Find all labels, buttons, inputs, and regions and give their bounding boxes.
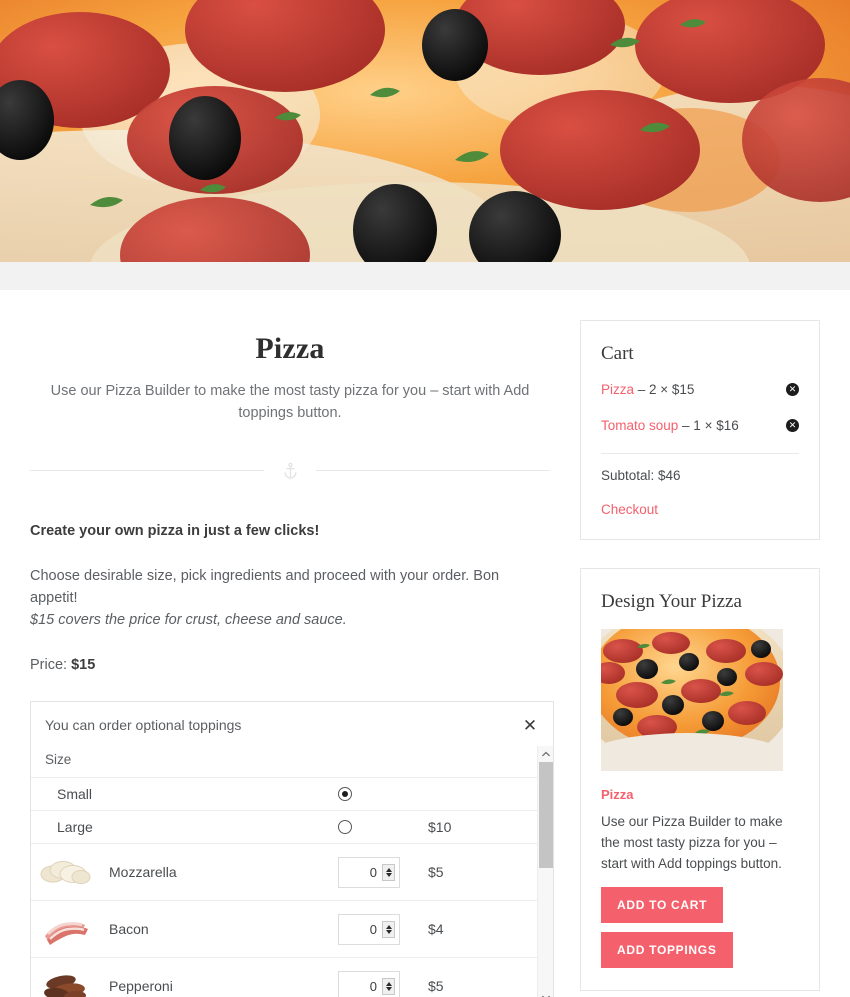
body-paragraph-line1: Choose desirable size, pick ingredients …	[30, 568, 500, 606]
toppings-panel: You can order optional toppings ✕ Size S…	[30, 701, 554, 997]
page-subtitle: Use our Pizza Builder to make the most t…	[50, 383, 530, 421]
stepper-arrows-icon[interactable]	[382, 863, 395, 881]
chevron-up-icon[interactable]	[538, 746, 554, 762]
size-label: Small	[57, 786, 93, 802]
topping-price: $5	[428, 978, 444, 994]
widget-buttons: ADD TO CART ADD TOPPINGS	[601, 887, 799, 968]
cart-item-detail: – 2 × $15	[634, 382, 695, 397]
pizza-thumbnail[interactable]	[601, 629, 783, 771]
cart-title: Cart	[601, 343, 634, 364]
topping-qty-control[interactable]: 0	[338, 913, 428, 945]
design-widget-title: Design Your Pizza	[601, 591, 742, 612]
toppings-scroll-area: Size Small Large $10 Mozzarella 0 $5 Bac…	[31, 746, 553, 997]
price-line: Price: $15	[30, 657, 550, 673]
hero-bottom-strip	[0, 262, 850, 290]
page-content: Pizza Use our Pizza Builder to make the …	[0, 290, 850, 997]
body-paragraph-italic: $15 covers the price for crust, cheese a…	[30, 612, 347, 628]
price-label: Price:	[30, 657, 68, 673]
scrollbar-track[interactable]	[538, 762, 554, 990]
size-radio-control[interactable]	[338, 820, 428, 834]
stepper-arrows-icon[interactable]	[382, 920, 395, 938]
cart-item-product-link[interactable]: Pizza	[601, 382, 634, 397]
topping-qty-control[interactable]: 0	[338, 970, 428, 997]
quantity-value: 0	[369, 864, 377, 880]
page-title: Pizza	[255, 332, 325, 365]
mozzarella-icon	[31, 844, 99, 900]
hero-image	[0, 0, 850, 262]
quantity-value: 0	[369, 978, 377, 994]
toppings-scrollbar[interactable]	[537, 746, 553, 997]
topping-row: Mozzarella 0 $5	[31, 843, 538, 900]
size-row-large[interactable]: Large $10	[31, 810, 538, 843]
quantity-stepper[interactable]: 0	[338, 856, 400, 888]
remove-icon[interactable]: ✕	[786, 419, 799, 432]
toppings-list: Size Small Large $10 Mozzarella 0 $5 Bac…	[31, 746, 538, 997]
size-price: $10	[428, 819, 452, 835]
quantity-value: 0	[369, 921, 377, 937]
main-column: Pizza Use our Pizza Builder to make the …	[0, 290, 580, 997]
topping-name: Mozzarella	[109, 864, 177, 880]
cart-item-detail: – 1 × $16	[678, 418, 739, 433]
topping-qty-control[interactable]: 0	[338, 856, 428, 888]
body-paragraph: Choose desirable size, pick ingredients …	[30, 565, 550, 631]
cart-item-text: Tomato soup – 1 × $16	[601, 417, 739, 435]
divider-rule-right	[316, 470, 550, 471]
section-divider	[30, 462, 550, 479]
topping-price: $4	[428, 921, 444, 937]
sidebar: Cart Pizza – 2 × $15 ✕ Tomato soup – 1 ×…	[580, 290, 850, 997]
cart-item-text: Pizza – 2 × $15	[601, 381, 694, 399]
size-label: Large	[57, 819, 93, 835]
topping-name: Bacon	[109, 921, 149, 937]
topping-price: $5	[428, 864, 444, 880]
radio-small[interactable]	[338, 787, 352, 801]
chevron-down-icon[interactable]	[538, 990, 554, 997]
radio-large[interactable]	[338, 820, 352, 834]
stepper-arrows-icon[interactable]	[382, 977, 395, 995]
quantity-stepper[interactable]: 0	[338, 970, 400, 997]
toppings-panel-title: You can order optional toppings	[45, 717, 242, 733]
cart-divider	[601, 453, 799, 454]
add-to-cart-button[interactable]: ADD TO CART	[601, 887, 724, 923]
design-your-pizza-widget: Design Your Pizza Pizza Use our Pizza Bu…	[580, 568, 820, 991]
cart-widget: Cart Pizza – 2 × $15 ✕ Tomato soup – 1 ×…	[580, 320, 820, 540]
anchor-icon	[264, 462, 316, 479]
widget-description: Use our Pizza Builder to make the most t…	[601, 814, 783, 871]
toppings-panel-header: You can order optional toppings ✕	[31, 702, 553, 746]
topping-row: Bacon 0 $4	[31, 900, 538, 957]
bacon-icon	[31, 901, 99, 957]
cart-item: Pizza – 2 × $15 ✕	[601, 381, 799, 399]
widget-product-name[interactable]: Pizza	[601, 787, 799, 802]
price-value: $15	[71, 657, 96, 673]
size-group-label: Size	[45, 752, 72, 767]
topping-name: Pepperoni	[109, 978, 173, 994]
close-icon[interactable]: ✕	[521, 716, 539, 734]
cart-item: Tomato soup – 1 × $16 ✕	[601, 417, 799, 435]
remove-icon[interactable]: ✕	[786, 383, 799, 396]
checkout-link[interactable]: Checkout	[601, 502, 658, 517]
lead-text: Create your own pizza in just a few clic…	[30, 523, 320, 539]
divider-rule-left	[30, 470, 264, 471]
cart-item-product-link[interactable]: Tomato soup	[601, 418, 678, 433]
topping-row: Pepperoni 0 $5	[31, 957, 538, 997]
size-radio-control[interactable]	[338, 787, 428, 801]
pepperoni-icon	[31, 958, 99, 997]
quantity-stepper[interactable]: 0	[338, 913, 400, 945]
scrollbar-thumb[interactable]	[538, 762, 553, 868]
cart-subtotal: Subtotal: $46	[601, 468, 681, 483]
add-toppings-button[interactable]: ADD TOPPINGS	[601, 932, 733, 968]
size-row-small[interactable]: Small	[31, 777, 538, 810]
